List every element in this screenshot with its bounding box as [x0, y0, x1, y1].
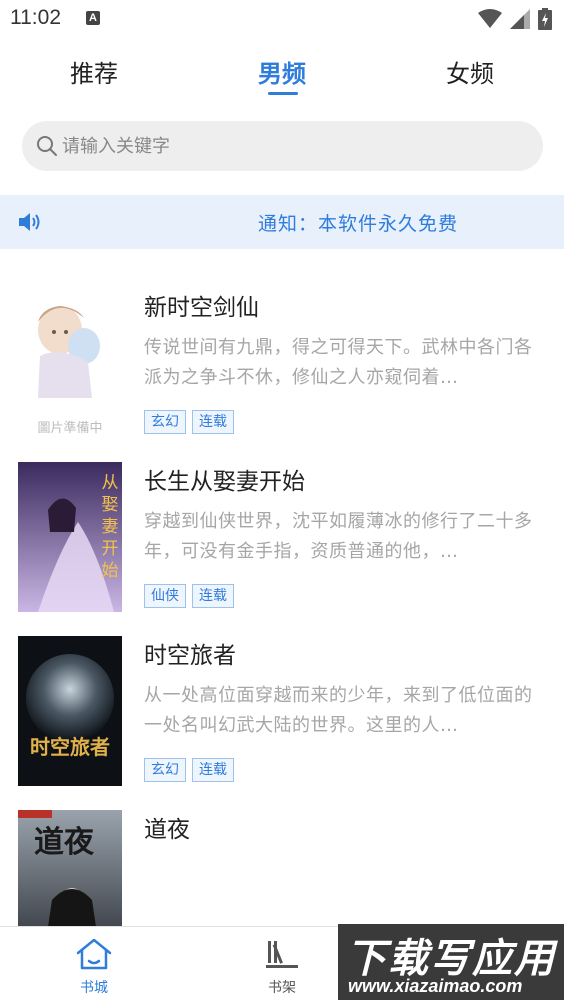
- tab-female[interactable]: 女频: [446, 54, 494, 89]
- status-tag: 连载: [192, 584, 234, 608]
- book-tags: 仙侠 连载: [144, 584, 234, 608]
- cover-art: 道夜: [18, 810, 122, 926]
- battery-icon: [538, 8, 552, 30]
- book-tags: 玄幻 连载: [144, 758, 234, 782]
- book-title: 时空旅者: [144, 643, 236, 669]
- status-tag: 连载: [192, 410, 234, 434]
- nav-label: 书架: [268, 980, 296, 996]
- search-input[interactable]: [62, 121, 522, 171]
- svg-text:始: 始: [102, 561, 119, 581]
- notice-text: 通知：本软件永久免费: [258, 213, 459, 235]
- status-tag: 连载: [192, 758, 234, 782]
- watermark-url: www.xiazaimao.com: [348, 976, 523, 996]
- genre-tag: 玄幻: [144, 410, 186, 434]
- status-time: 11:02: [10, 6, 61, 29]
- book-description: 传说世间有九鼎，得之可得天下。武林中各门各派为之争斗不休，修仙之人亦窥伺着…: [144, 337, 533, 388]
- search-icon: [37, 136, 57, 156]
- bookshelf-icon: [266, 941, 298, 968]
- category-tabs: 推荐 男频 女频: [0, 44, 564, 100]
- a-icon: A: [86, 11, 100, 25]
- status-bar: 11:02 A: [0, 0, 564, 38]
- book-item[interactable]: 圖片準備中 新时空剑仙 传说世间有九鼎，得之可得天下。武林中各门各派为之争斗不休…: [0, 288, 564, 458]
- speaker-icon: [19, 213, 40, 231]
- book-description: 穿越到仙侠世界，沈平如履薄冰的修行了二十多年，可没有金手指，资质普通的他，…: [144, 511, 533, 562]
- book-title: 长生从娶妻开始: [144, 469, 305, 495]
- svg-text:从: 从: [102, 473, 119, 493]
- tab-male[interactable]: 男频: [258, 54, 306, 89]
- book-description: 从一处高位面穿越而来的少年，来到了低位面的一处名叫幻武大陆的世界。这里的人…: [144, 685, 533, 736]
- svg-text:时空旅者: 时空旅者: [30, 735, 110, 759]
- genre-tag: 玄幻: [144, 758, 186, 782]
- book-title: 道夜: [144, 817, 190, 843]
- cover-art: 从 娶 妻 开 始: [18, 462, 122, 612]
- book-title: 新时空剑仙: [144, 295, 259, 321]
- book-cover-placeholder: 圖片準備中: [18, 288, 122, 438]
- wifi-icon: [478, 9, 502, 28]
- search-bar[interactable]: [22, 121, 543, 171]
- nav-bookstore[interactable]: 书城: [54, 937, 134, 997]
- svg-text:娶: 娶: [102, 495, 119, 515]
- tab-indicator: [268, 92, 298, 95]
- placeholder-illustration: [38, 306, 100, 398]
- nav-label: 书城: [80, 980, 108, 996]
- tab-recommend[interactable]: 推荐: [70, 54, 118, 89]
- watermark-logo: 下载写应用 www.xiazaimao.com: [338, 924, 564, 1000]
- book-cover: 从 娶 妻 开 始: [18, 462, 122, 612]
- home-icon: [76, 938, 112, 970]
- book-tags: 玄幻 连载: [144, 410, 234, 434]
- svg-text:道夜: 道夜: [34, 825, 95, 860]
- book-cover: 时空旅者: [18, 636, 122, 786]
- status-icons: [478, 8, 552, 30]
- cover-art: 时空旅者: [18, 636, 122, 786]
- book-item[interactable]: 时空旅者 时空旅者 从一处高位面穿越而来的少年，来到了低位面的一处名叫幻武大陆的…: [0, 636, 564, 806]
- book-list: 圖片準備中 新时空剑仙 传说世间有九鼎，得之可得天下。武林中各门各派为之争斗不休…: [0, 250, 564, 926]
- svg-text:开: 开: [102, 539, 119, 559]
- cover-caption: 圖片準備中: [37, 421, 103, 436]
- cellular-signal-icon: [510, 9, 530, 29]
- book-cover: 道夜: [18, 810, 122, 926]
- svg-text:妻: 妻: [102, 517, 119, 537]
- genre-tag: 仙侠: [144, 584, 186, 608]
- nav-bookshelf[interactable]: 书架: [242, 937, 322, 997]
- notice-bar: 通知：本软件永久免费: [0, 195, 564, 249]
- book-item[interactable]: 道夜 道夜: [0, 810, 564, 926]
- book-item[interactable]: 从 娶 妻 开 始 长生从娶妻开始 穿越到仙侠世界，沈平如履薄冰的修行了二十多年…: [0, 462, 564, 632]
